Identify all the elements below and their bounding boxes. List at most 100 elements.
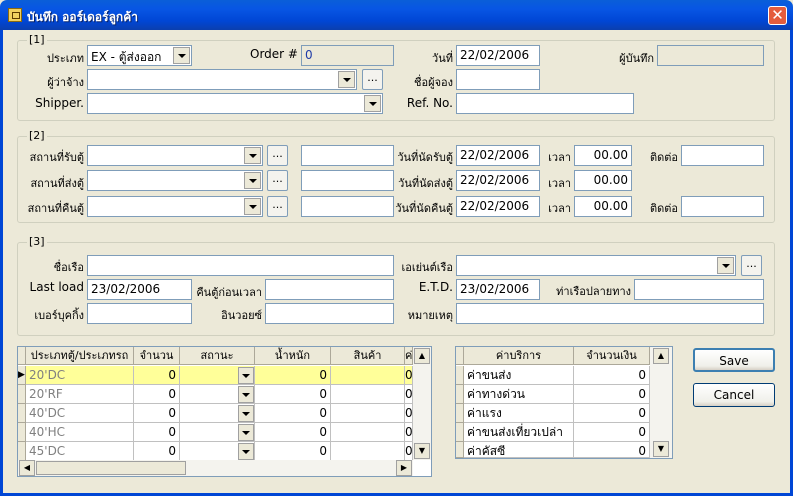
invoice-field[interactable] xyxy=(265,303,394,324)
delivery-time-field[interactable]: 00.00 xyxy=(574,170,632,191)
delivery-date-field[interactable]: 22/02/2006 xyxy=(456,170,540,191)
row-selector[interactable] xyxy=(18,385,26,404)
row-selector[interactable] xyxy=(18,423,26,442)
delivery-place-browse-button[interactable]: ... xyxy=(267,170,288,191)
table-row-weight[interactable]: 0 xyxy=(255,423,331,442)
column-header-status[interactable]: สถานะ xyxy=(180,347,255,365)
ship-name-field[interactable] xyxy=(87,255,394,276)
status-dropdown-icon[interactable] xyxy=(238,424,254,441)
booker-field[interactable] xyxy=(456,69,540,90)
status-dropdown-icon[interactable] xyxy=(238,443,254,460)
table-row-qty[interactable]: 0 xyxy=(134,442,180,461)
destination-port-field[interactable] xyxy=(634,279,764,300)
table-row-amount[interactable]: 0 xyxy=(574,385,650,404)
delivery-place-select[interactable] xyxy=(87,170,263,191)
etd-field[interactable]: 23/02/2006 xyxy=(456,279,540,300)
container-grid-hscroll-thumb[interactable] xyxy=(36,461,186,475)
row-selector[interactable] xyxy=(456,404,464,423)
pickup-contact-field[interactable] xyxy=(681,145,764,166)
table-row-extra[interactable]: 0 xyxy=(405,423,413,442)
table-row-weight[interactable]: 0 xyxy=(255,404,331,423)
scroll-left-icon[interactable]: ◀ xyxy=(19,460,35,476)
table-row-goods[interactable] xyxy=(331,423,405,442)
delivery-place-detail-field[interactable] xyxy=(301,170,394,191)
table-row-extra[interactable]: 0 xyxy=(405,366,413,385)
table-row-weight[interactable]: 0 xyxy=(255,385,331,404)
chevron-down-icon[interactable] xyxy=(717,257,734,274)
table-row-amount[interactable]: 0 xyxy=(574,404,650,423)
return-time-field[interactable]: 00.00 xyxy=(574,196,632,217)
column-header-service[interactable]: ค่าบริการ xyxy=(464,347,574,365)
chevron-down-icon[interactable] xyxy=(244,198,261,215)
return-place-detail-field[interactable] xyxy=(301,196,394,217)
return-before-field[interactable] xyxy=(265,279,394,300)
pickup-time-field[interactable]: 00.00 xyxy=(574,145,632,166)
row-selector[interactable] xyxy=(18,442,26,461)
table-row-goods[interactable] xyxy=(331,366,405,385)
close-button[interactable]: ✕ xyxy=(768,6,787,25)
column-header-amount[interactable]: จำนวนเงิน xyxy=(574,347,650,365)
table-row-amount[interactable]: 0 xyxy=(574,366,650,385)
table-row-type[interactable]: 20'RF xyxy=(26,385,134,404)
scroll-down-icon[interactable]: ▼ xyxy=(653,441,669,457)
chevron-down-icon[interactable] xyxy=(244,172,261,189)
row-selector[interactable] xyxy=(456,442,464,458)
employer-select[interactable] xyxy=(87,69,357,90)
date-field[interactable]: 22/02/2006 xyxy=(456,45,540,66)
ship-agent-select[interactable] xyxy=(456,255,736,276)
scroll-up-icon[interactable]: ▲ xyxy=(653,348,669,364)
table-row-type[interactable]: 45'DC xyxy=(26,442,134,461)
table-row-service[interactable]: ค่าขนส่ง xyxy=(464,366,574,385)
table-row-extra[interactable]: 0 xyxy=(405,442,413,461)
table-row-service[interactable]: ค่าทางด่วน xyxy=(464,385,574,404)
scroll-up-icon[interactable]: ▲ xyxy=(414,348,430,364)
save-button[interactable]: Save xyxy=(693,348,775,372)
ref-field[interactable] xyxy=(456,93,634,114)
table-row-amount[interactable]: 0 xyxy=(574,442,650,458)
table-row-type[interactable]: 40'DC xyxy=(26,404,134,423)
table-row-amount[interactable]: 0 xyxy=(574,423,650,442)
pickup-place-detail-field[interactable] xyxy=(301,145,394,166)
table-row-goods[interactable] xyxy=(331,442,405,461)
table-row-service[interactable]: ค่าแรง xyxy=(464,404,574,423)
chevron-down-icon[interactable] xyxy=(173,47,190,64)
status-dropdown-icon[interactable] xyxy=(238,367,254,384)
column-header-goods[interactable]: สินค้า xyxy=(331,347,405,365)
return-contact-field[interactable] xyxy=(681,196,764,217)
table-row-qty[interactable]: 0 xyxy=(134,423,180,442)
booking-number-field[interactable] xyxy=(87,303,192,324)
table-row-type[interactable]: 40'HC xyxy=(26,423,134,442)
column-header-qty[interactable]: จำนวน xyxy=(134,347,180,365)
table-row-qty[interactable]: 0 xyxy=(134,366,180,385)
return-place-browse-button[interactable]: ... xyxy=(267,196,288,217)
table-row-goods[interactable] xyxy=(331,385,405,404)
last-load-field[interactable]: 23/02/2006 xyxy=(87,279,192,300)
table-row-service[interactable]: ค่าคัสซี xyxy=(464,442,574,458)
ship-agent-browse-button[interactable]: ... xyxy=(741,255,762,276)
row-selector[interactable] xyxy=(18,404,26,423)
table-row-weight[interactable]: 0 xyxy=(255,442,331,461)
scroll-down-icon[interactable]: ▼ xyxy=(414,443,430,459)
table-row-goods[interactable] xyxy=(331,404,405,423)
pickup-date-field[interactable]: 22/02/2006 xyxy=(456,145,540,166)
return-date-field[interactable]: 22/02/2006 xyxy=(456,196,540,217)
note-field[interactable] xyxy=(456,303,764,324)
type-select[interactable]: EX - ตู้ส่งออก xyxy=(87,45,192,66)
pickup-place-browse-button[interactable]: ... xyxy=(267,145,288,166)
status-dropdown-icon[interactable] xyxy=(238,405,254,422)
chevron-down-icon[interactable] xyxy=(364,95,381,112)
chevron-down-icon[interactable] xyxy=(244,147,261,164)
table-row-extra[interactable]: 0 xyxy=(405,385,413,404)
table-row-qty[interactable]: 0 xyxy=(134,385,180,404)
status-dropdown-icon[interactable] xyxy=(238,386,254,403)
table-row-weight[interactable]: 0 xyxy=(255,366,331,385)
pickup-place-select[interactable] xyxy=(87,145,263,166)
table-row-service[interactable]: ค่าขนส่งเที่ยวเปล่า xyxy=(464,423,574,442)
table-row-extra[interactable]: 0 xyxy=(405,404,413,423)
scroll-right-icon[interactable]: ▶ xyxy=(396,460,412,476)
chevron-down-icon[interactable] xyxy=(338,71,355,88)
cancel-button[interactable]: Cancel xyxy=(693,383,775,407)
table-row-type[interactable]: 20'DC xyxy=(26,366,134,385)
row-selector[interactable] xyxy=(456,385,464,404)
return-place-select[interactable] xyxy=(87,196,263,217)
